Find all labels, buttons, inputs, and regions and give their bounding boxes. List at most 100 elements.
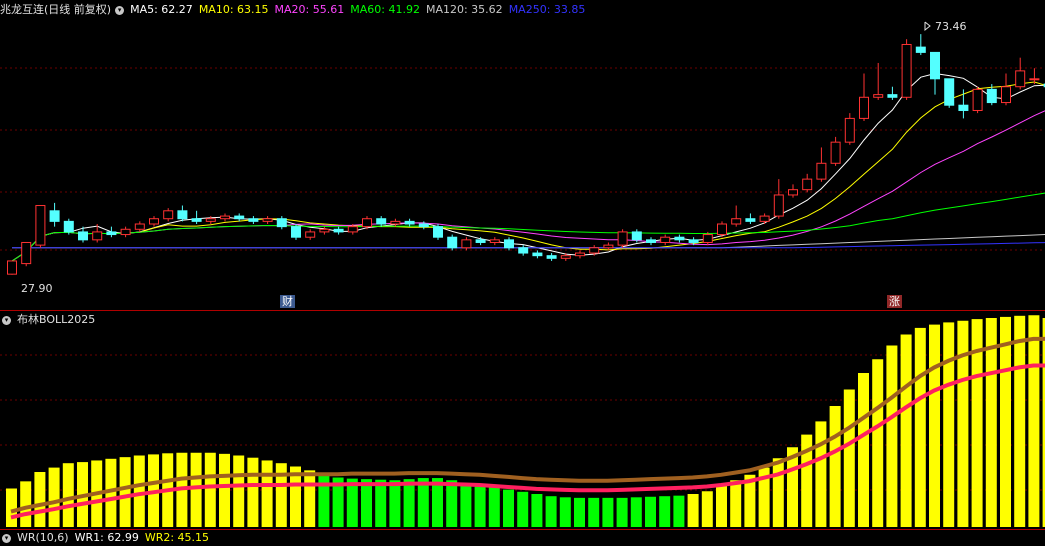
candle-body bbox=[646, 239, 656, 243]
candle-body bbox=[1001, 86, 1011, 104]
boll-bar bbox=[190, 452, 202, 527]
wr1-value: WR1: 62.99 bbox=[74, 531, 139, 544]
boll-bar bbox=[446, 480, 458, 527]
boll-bar bbox=[929, 324, 940, 527]
candle-body bbox=[418, 223, 429, 228]
candle-body bbox=[1015, 70, 1026, 88]
candle-body bbox=[447, 236, 458, 249]
wr-title[interactable]: WR(10,6) bbox=[17, 531, 69, 544]
boll-bar bbox=[900, 334, 912, 527]
boll-bar bbox=[687, 494, 699, 527]
ma60-line bbox=[11, 192, 1045, 262]
boll-bar bbox=[474, 485, 486, 527]
candle-body bbox=[78, 231, 88, 241]
boll-bar bbox=[574, 497, 585, 527]
boll-dropdown-icon[interactable]: ▾ bbox=[2, 315, 11, 325]
candle-body bbox=[191, 218, 202, 222]
candle-body bbox=[688, 239, 699, 243]
candle-body bbox=[660, 236, 671, 243]
stock-chart-canvas[interactable] bbox=[0, 0, 1045, 539]
candle-body bbox=[546, 255, 557, 259]
boll-bar bbox=[304, 470, 316, 527]
boll-bar bbox=[701, 491, 713, 527]
boll-bar bbox=[716, 485, 727, 527]
candle-body bbox=[702, 234, 713, 243]
candle-body bbox=[1029, 78, 1040, 81]
boll-title[interactable]: 布林BOLL2025 bbox=[17, 313, 95, 326]
boll-bar bbox=[119, 457, 131, 527]
candle-body bbox=[589, 247, 600, 254]
boll-bar bbox=[957, 320, 969, 527]
candle-body bbox=[92, 231, 103, 241]
boll-bar bbox=[6, 488, 17, 527]
boll-bar bbox=[204, 452, 216, 527]
candle-body bbox=[788, 189, 798, 196]
ma-label-1: MA10: 63.15 bbox=[198, 3, 269, 16]
candle-body bbox=[35, 205, 46, 246]
boll-bar bbox=[730, 480, 742, 527]
candle-body bbox=[49, 210, 60, 222]
ma20-line bbox=[11, 110, 1045, 262]
wr-dropdown-icon[interactable]: ▾ bbox=[2, 533, 11, 543]
boll-bar bbox=[233, 455, 245, 527]
boll-bar bbox=[219, 453, 230, 527]
candle-body bbox=[717, 223, 727, 236]
candle-body bbox=[177, 210, 188, 220]
candle-body bbox=[944, 78, 955, 106]
main-panel-header: 兆龙互连(日线 前复权) ▾ MA5: 62.27 MA10: 63.15 MA20: … bbox=[0, 2, 597, 18]
low-price-label: 27.90 bbox=[21, 282, 53, 295]
candle-body bbox=[106, 231, 117, 236]
boll-bar bbox=[815, 421, 827, 527]
candle-body bbox=[731, 218, 742, 225]
candle-body bbox=[248, 218, 259, 222]
candle-body bbox=[362, 218, 372, 228]
candle-body bbox=[958, 104, 969, 111]
candle-body bbox=[149, 218, 159, 225]
candle-body bbox=[433, 226, 443, 238]
ma10-line bbox=[11, 81, 1045, 262]
high-marker bbox=[924, 21, 931, 32]
limit-up-event-marker[interactable]: 涨 bbox=[887, 295, 902, 308]
boll-bar bbox=[645, 496, 656, 527]
high-price-label: 73.46 bbox=[935, 20, 967, 33]
settings-dropdown-icon[interactable]: ▾ bbox=[115, 5, 125, 15]
candle-body bbox=[631, 231, 642, 241]
boll-bar bbox=[403, 479, 415, 527]
boll-panel-header: ▾ 布林BOLL2025 bbox=[0, 312, 101, 328]
candle-body bbox=[291, 226, 301, 238]
candle-body bbox=[134, 223, 145, 230]
boll-bar bbox=[531, 494, 543, 527]
boll-bar bbox=[872, 359, 884, 527]
stock-title[interactable]: 兆龙互连(日线 前复权) bbox=[0, 3, 111, 16]
boll-bar bbox=[488, 487, 500, 527]
candle-body bbox=[305, 231, 316, 238]
candle-body bbox=[887, 94, 898, 98]
candle-body bbox=[262, 218, 273, 222]
boll-bar bbox=[659, 496, 671, 527]
boll-bar bbox=[389, 480, 401, 527]
candle-body bbox=[347, 226, 358, 233]
ma-label-3: MA60: 41.92 bbox=[350, 3, 420, 16]
ma250-line bbox=[12, 242, 1045, 249]
boll-bar bbox=[1014, 315, 1026, 527]
candle-body bbox=[489, 239, 500, 243]
boll-bar bbox=[843, 389, 855, 527]
candle-body bbox=[475, 239, 486, 243]
candle-body bbox=[404, 220, 415, 225]
finance-event-marker[interactable]: 财 bbox=[280, 295, 295, 308]
boll-bar bbox=[602, 497, 614, 527]
candle-body bbox=[873, 94, 884, 98]
boll-bar bbox=[914, 327, 926, 527]
boll-bar bbox=[34, 472, 46, 527]
boll-bar bbox=[559, 497, 571, 527]
candle-body bbox=[603, 244, 614, 249]
boll-bar bbox=[503, 489, 514, 527]
candle-body bbox=[276, 218, 287, 228]
boll-bar bbox=[943, 322, 955, 527]
candle-body bbox=[532, 252, 543, 257]
candle-body bbox=[220, 215, 230, 220]
candle-body bbox=[972, 88, 983, 111]
boll-bar bbox=[1000, 316, 1011, 527]
ma-label-2: MA20: 55.61 bbox=[274, 3, 345, 16]
candle-body bbox=[63, 220, 74, 233]
